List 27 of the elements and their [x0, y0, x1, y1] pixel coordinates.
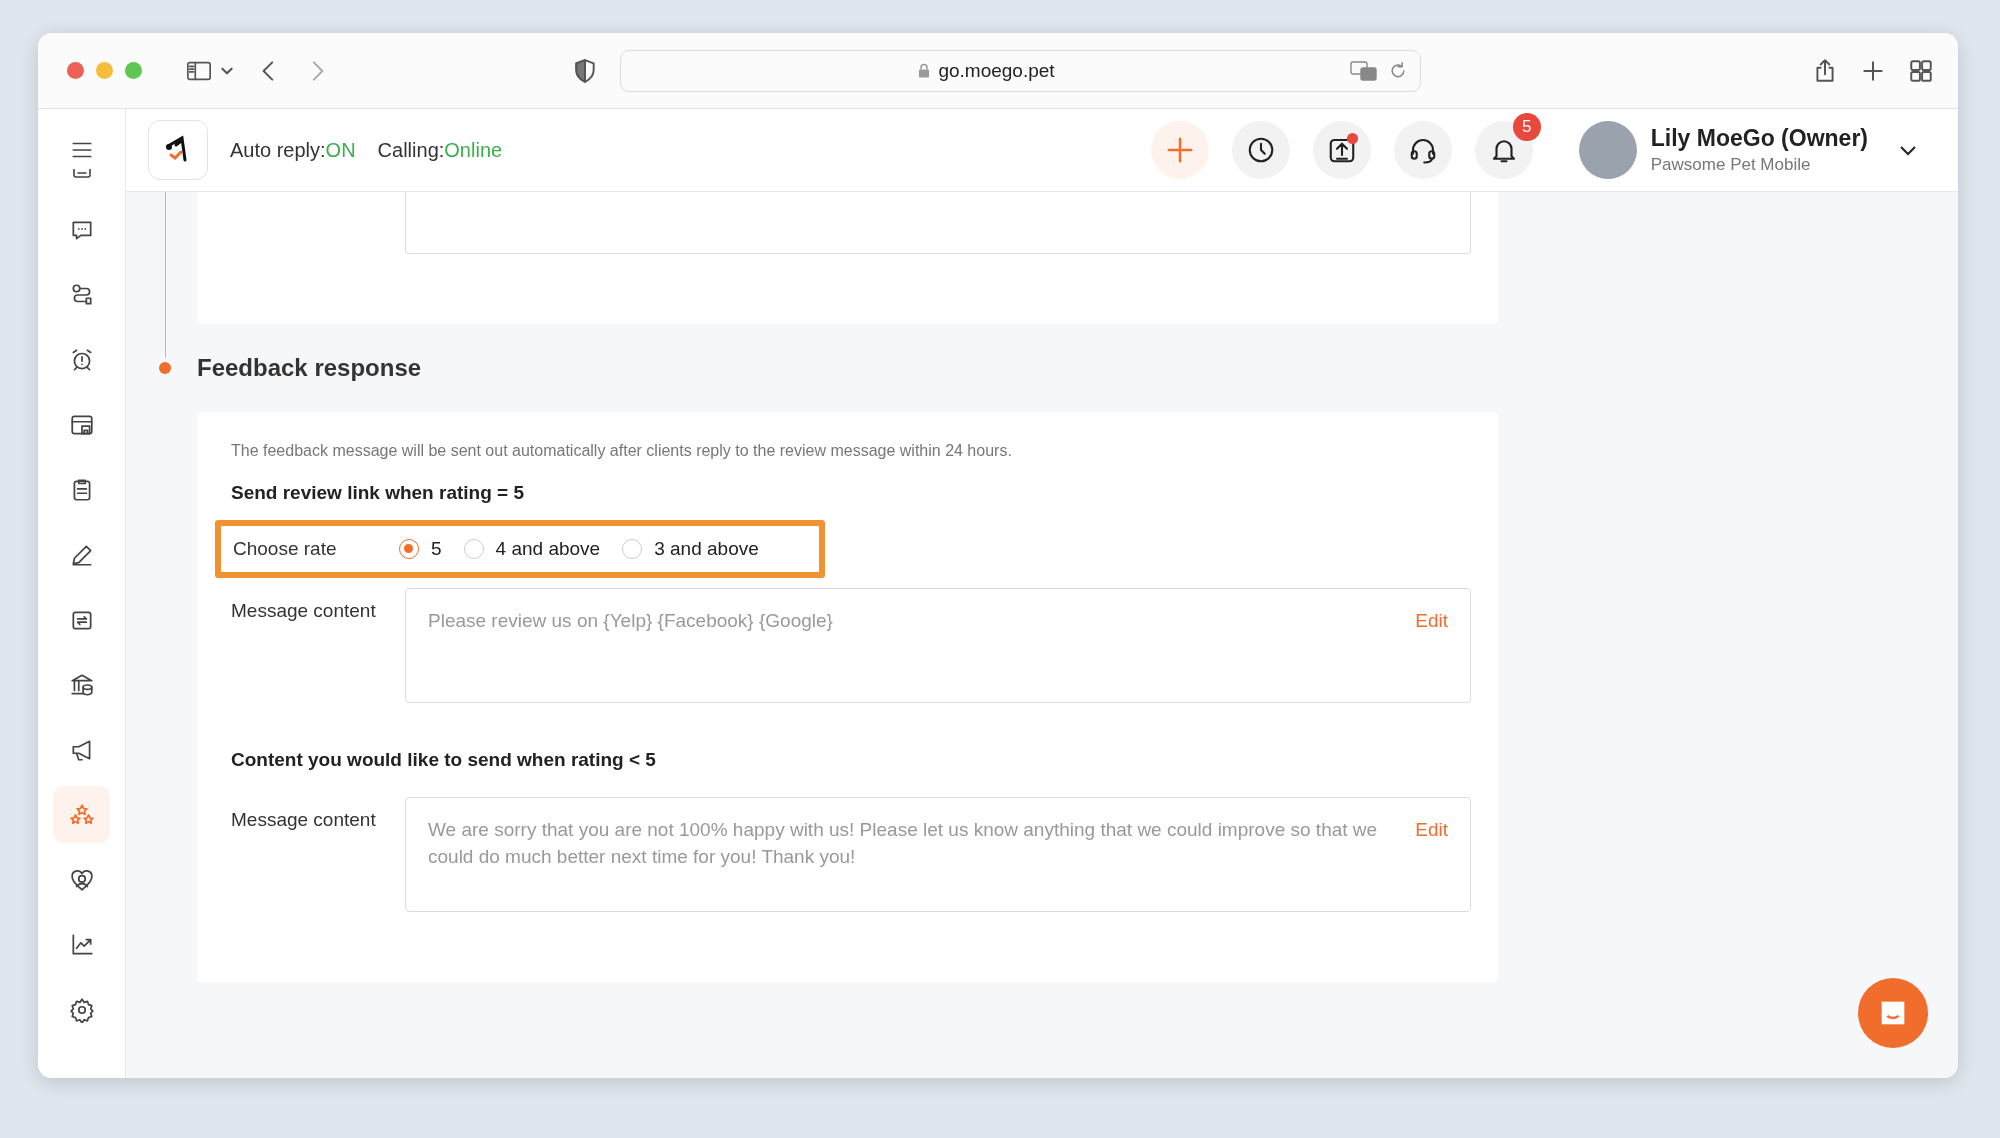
url-text: go.moego.pet	[938, 59, 1055, 82]
rate-option[interactable]: 3 and above	[622, 538, 759, 560]
address-bar[interactable]: go.moego.pet	[620, 49, 1421, 92]
message-field[interactable]	[405, 192, 1471, 254]
field-label: Choose rate	[233, 538, 338, 560]
shield-icon[interactable]	[572, 57, 598, 84]
rate-option[interactable]: 4 and above	[463, 538, 601, 560]
user-name: Lily MoeGo (Owner)	[1650, 125, 1868, 152]
notification-badge: 5	[1512, 113, 1541, 141]
section-title: Feedback response	[197, 354, 422, 382]
lock-icon	[918, 63, 931, 78]
description-text: The feedback message will be sent out automatically after clients reply to the review message within 24 hours.	[231, 442, 1013, 460]
timeline-dot	[159, 362, 171, 374]
settings-icon	[68, 996, 95, 1023]
message-text: We are sorry that you are not 100% happy with us! Please let us know anything that we could improve so that we could do much better next time for you! Thank you!	[428, 818, 1379, 869]
message-placeholder: Please review us on {Yelp} {Facebook} {Google}	[428, 609, 834, 633]
subsection-title: Content you would like to send when rating < 5	[231, 749, 657, 771]
calling-status: Calling:Online	[377, 138, 503, 162]
app-logo[interactable]	[148, 120, 208, 180]
close-window-button[interactable]	[67, 62, 84, 79]
business-name: Pawsome Pet Mobile	[1650, 155, 1812, 175]
rate-option[interactable]: 5	[399, 538, 442, 560]
auto-reply-status: Auto reply:ON	[230, 138, 356, 162]
subsection-title: Send review link when rating = 5	[231, 482, 525, 504]
field-label: Message content	[231, 808, 377, 832]
tab-grid-icon[interactable]	[1908, 57, 1934, 84]
field-label: Message content	[231, 599, 377, 623]
